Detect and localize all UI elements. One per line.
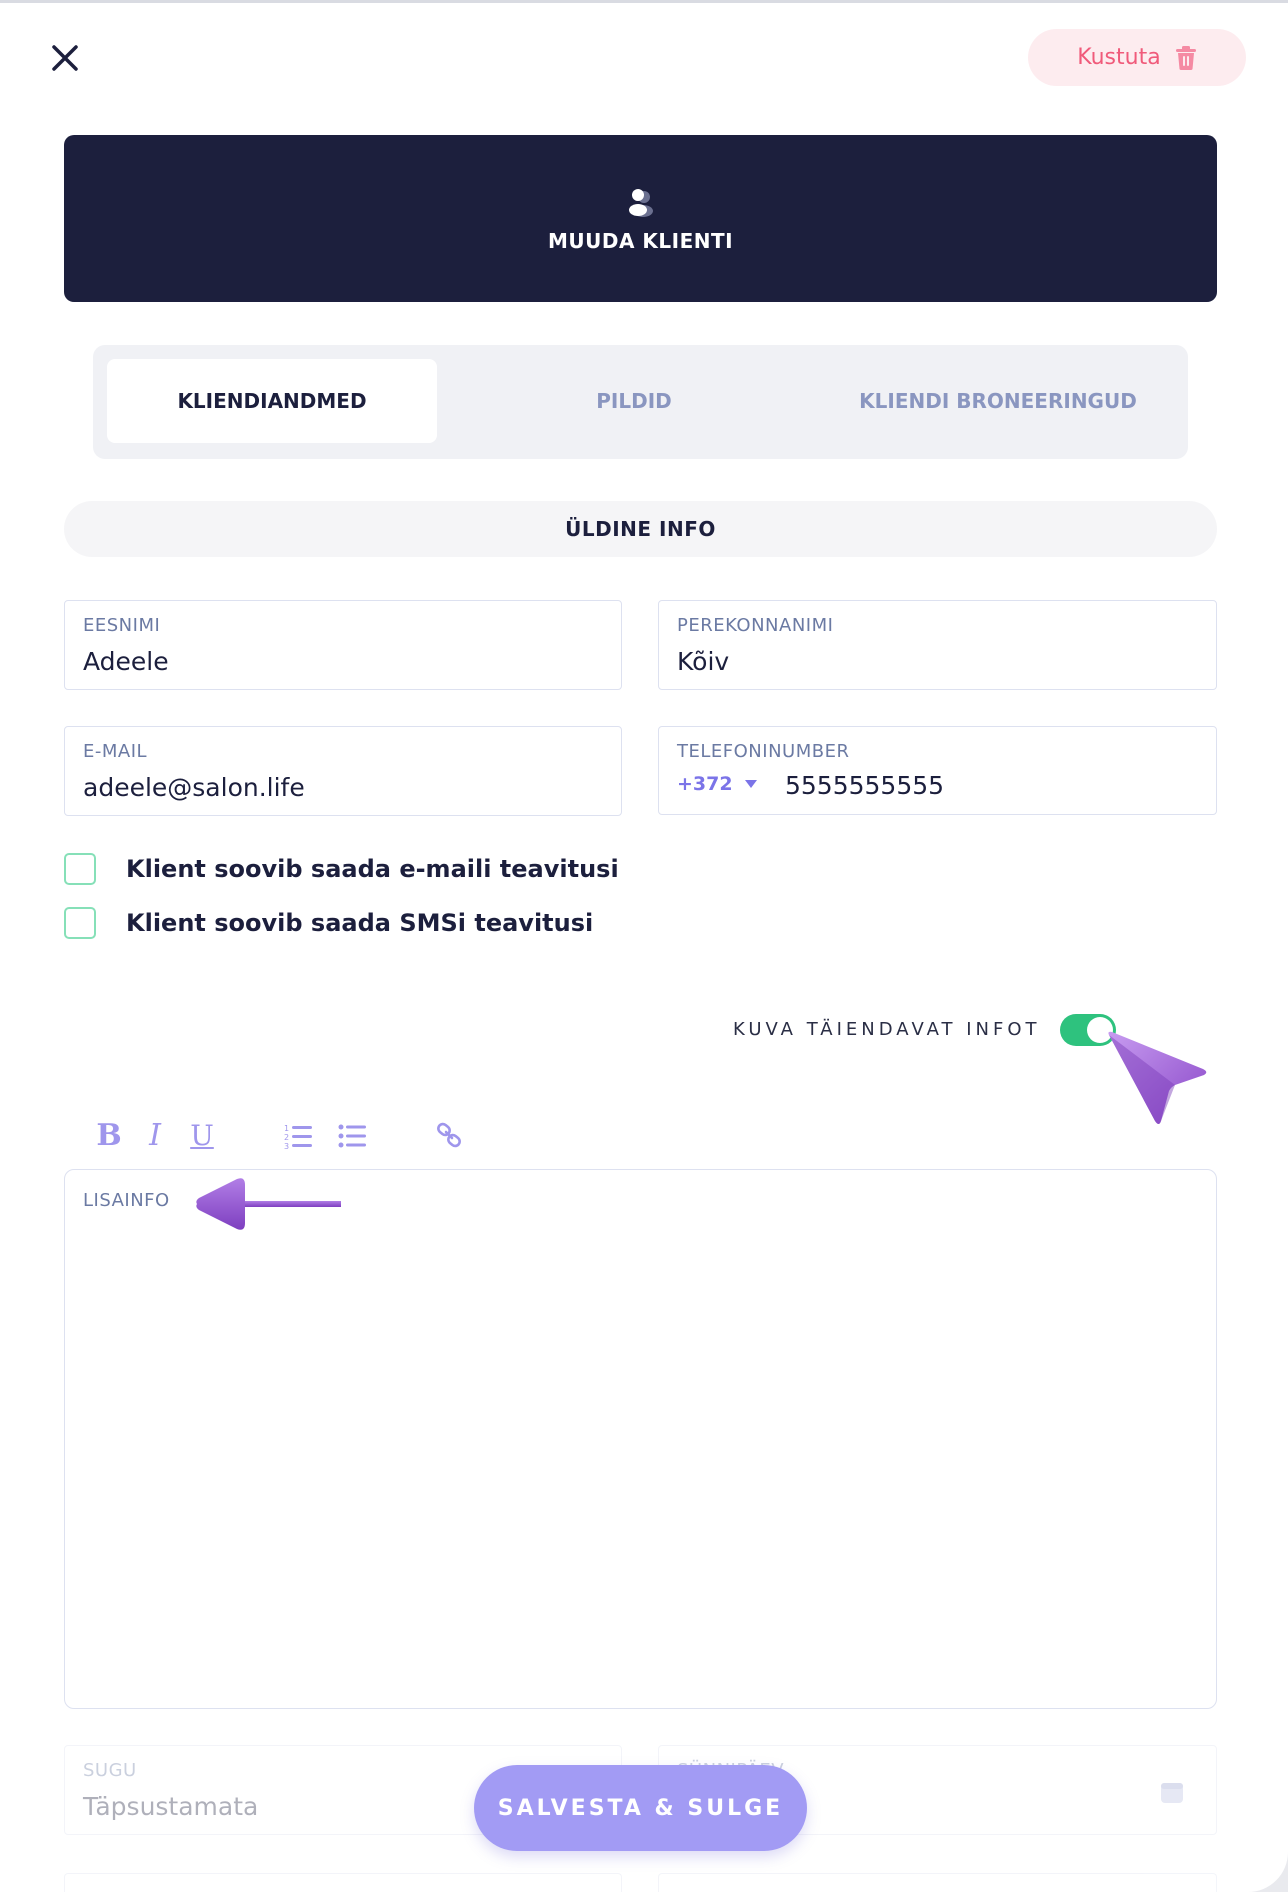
sms-notify-checkbox[interactable]	[64, 907, 96, 939]
last-name-label: PEREKONNANIMI	[677, 615, 834, 636]
svg-text:1: 1	[284, 1124, 289, 1133]
link-icon[interactable]	[436, 1122, 462, 1148]
trash-icon	[1175, 45, 1196, 70]
delete-button[interactable]: Kustuta	[1028, 29, 1246, 86]
bold-icon[interactable]: B	[94, 1117, 124, 1153]
email-field[interactable]: E-MAIL adeele@salon.life	[64, 726, 622, 816]
client-icon	[628, 188, 653, 217]
tab-client-bookings[interactable]: KLIENDI BRONEERINGUD	[823, 359, 1173, 443]
dropdown-arrow-icon	[744, 780, 757, 788]
close-icon	[52, 45, 78, 71]
phone-field[interactable]: TELEFONINUMBER +372 5555555555	[658, 726, 1217, 815]
email-notify-label[interactable]: Klient soovib saada e-maili teavitusi	[126, 855, 619, 883]
save-and-close-button[interactable]: SALVESTA & SULGE	[474, 1765, 807, 1851]
calendar-icon[interactable]	[1160, 1780, 1184, 1804]
first-name-value[interactable]: Adeele	[83, 647, 169, 676]
page-title: MUUDA KLIENTI	[547, 228, 734, 253]
country-code-select[interactable]: +372	[677, 773, 759, 795]
sms-notify-label[interactable]: Klient soovib saada SMSi teavitusi	[126, 909, 593, 937]
first-name-label: EESNIMI	[83, 615, 161, 636]
tab-pictures[interactable]: PILDID	[469, 359, 799, 443]
email-notify-checkbox[interactable]	[64, 853, 96, 885]
last-name-field[interactable]: PEREKONNANIMI Kõiv	[658, 600, 1217, 690]
pointer-arrow-icon	[1108, 1031, 1207, 1124]
next-field-right	[658, 1873, 1217, 1892]
gender-value[interactable]: Täpsustamata	[83, 1792, 258, 1821]
first-name-field[interactable]: EESNIMI Adeele	[64, 600, 622, 690]
phone-label: TELEFONINUMBER	[677, 741, 850, 762]
edit-client-panel: Kustuta MUUDA KLIENTI KLIENDIANDMED PILD…	[0, 0, 1288, 1892]
section-title: ÜLDINE INFO	[64, 501, 1217, 557]
svg-text:2: 2	[284, 1133, 289, 1142]
ordered-list-icon[interactable]: 1 2 3	[283, 1122, 313, 1150]
email-notify-row: Klient soovib saada e-maili teavitusi	[64, 853, 619, 885]
next-field-left	[64, 1873, 622, 1892]
tab-bar: KLIENDIANDMED PILDID KLIENDI BRONEERINGU…	[93, 345, 1188, 459]
delete-label: Kustuta	[1077, 45, 1161, 70]
svg-text:3: 3	[284, 1142, 289, 1149]
phone-value[interactable]: 5555555555	[785, 771, 944, 800]
country-code: +372	[677, 773, 733, 795]
annotation-arrow-icon	[196, 1178, 341, 1230]
page-header: MUUDA KLIENTI	[64, 135, 1217, 302]
underline-icon[interactable]: U	[187, 1117, 217, 1153]
sms-notify-row: Klient soovib saada SMSi teavitusi	[64, 907, 593, 939]
email-label: E-MAIL	[83, 741, 148, 762]
additional-info-editor[interactable]: LISAINFO	[64, 1169, 1217, 1709]
bullet-list-icon[interactable]	[337, 1122, 367, 1150]
last-name-value[interactable]: Kõiv	[677, 647, 729, 676]
italic-icon[interactable]: I	[143, 1117, 167, 1153]
close-button[interactable]	[46, 39, 84, 77]
extra-info-toggle-label: KUVA TÄIENDAVAT INFOT	[733, 1019, 1041, 1040]
tab-client-data[interactable]: KLIENDIANDMED	[107, 359, 437, 443]
gender-label: SUGU	[83, 1760, 137, 1781]
email-value[interactable]: adeele@salon.life	[83, 773, 305, 802]
additional-info-label: LISAINFO	[83, 1190, 170, 1211]
